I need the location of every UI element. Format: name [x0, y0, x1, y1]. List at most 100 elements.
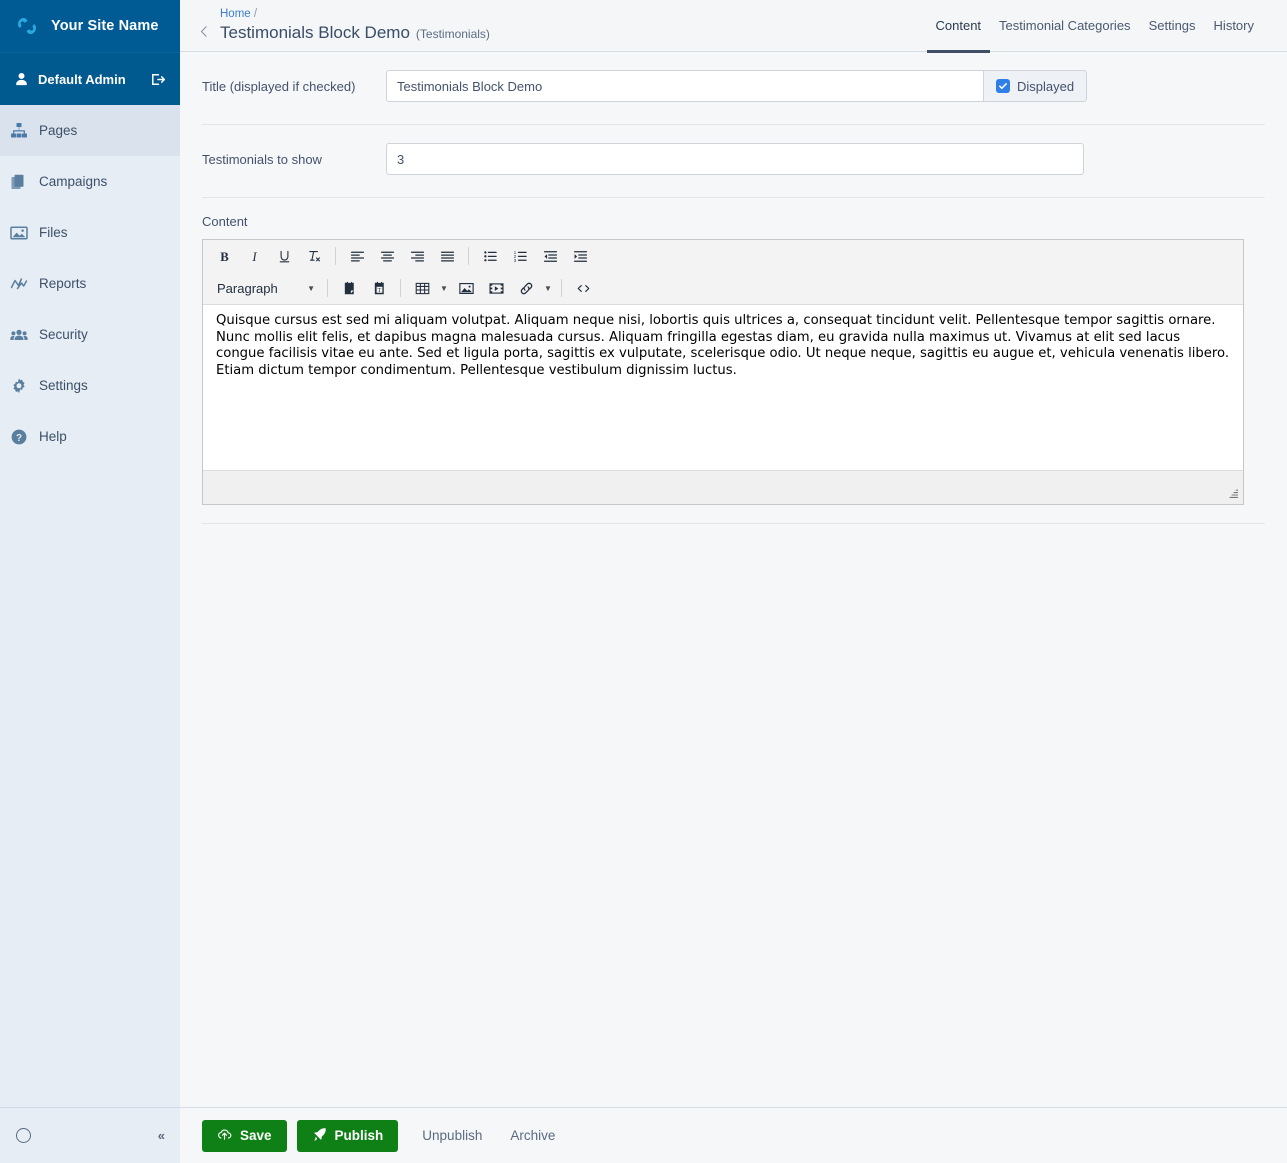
page-type-label: (Testimonials) — [415, 27, 490, 41]
sidebar-item-files[interactable]: Files — [0, 207, 180, 258]
archive-button[interactable]: Archive — [496, 1120, 569, 1152]
remove-format-icon[interactable] — [299, 242, 329, 270]
link-icon — [511, 274, 541, 302]
tab-content[interactable]: Content — [926, 0, 991, 53]
editor-toolbar-row-1: B I 1 2 3 — [203, 240, 1243, 272]
field-label: Title (displayed if checked) — [202, 79, 356, 94]
align-left-icon[interactable] — [342, 242, 372, 270]
sidebar-item-settings[interactable]: Settings — [0, 360, 180, 411]
source-code-icon[interactable] — [568, 274, 598, 302]
chevron-down-icon: ▼ — [440, 283, 448, 293]
sidebar: Your Site Name Default Admin Pages Campa… — [0, 0, 180, 1163]
cloud-upload-icon — [217, 1127, 232, 1145]
silverstripe-logo-icon — [14, 13, 40, 39]
table-icon — [407, 274, 437, 302]
sidebar-item-label: Campaigns — [39, 173, 108, 189]
editor-toolbar-row-2: Paragraph ▼ T ▼ ▼ — [203, 272, 1243, 304]
chevron-left-icon[interactable] — [194, 24, 214, 51]
tab-label: Settings — [1148, 17, 1196, 33]
unpublish-button[interactable]: Unpublish — [408, 1120, 496, 1152]
editor-content-area[interactable]: Quisque cursus est sed mi aliquam volutp… — [203, 305, 1243, 470]
field-testimonials-to-show: Testimonials to show — [202, 125, 1265, 198]
insert-link-button[interactable]: ▼ — [511, 274, 555, 302]
svg-text:3: 3 — [513, 257, 516, 262]
brand-name: Your Site Name — [51, 18, 159, 34]
bold-icon[interactable]: B — [209, 242, 239, 270]
brand-header[interactable]: Your Site Name — [0, 0, 180, 52]
tab-testimonial-categories[interactable]: Testimonial Categories — [990, 0, 1140, 53]
tab-label: Testimonial Categories — [999, 17, 1131, 33]
save-button[interactable]: Save — [202, 1119, 287, 1152]
users-icon — [10, 326, 28, 344]
rocket-icon — [312, 1127, 327, 1145]
publish-button-label: Publish — [334, 1128, 384, 1143]
sitemap-icon — [10, 122, 28, 140]
tab-label: Content — [935, 17, 982, 33]
align-justify-icon[interactable] — [432, 242, 462, 270]
editor-toolbar: B I 1 2 3 Paragraph ▼ T ▼ ▼ — [203, 240, 1243, 305]
help-circle-icon: ? — [10, 428, 28, 446]
chevron-down-icon: ▼ — [307, 283, 315, 293]
insert-table-button[interactable]: ▼ — [407, 274, 451, 302]
format-select-value: Paragraph — [217, 280, 278, 296]
action-bar: Save Publish Unpublish Archive — [180, 1107, 1287, 1163]
svg-text:I: I — [251, 250, 257, 264]
image-icon[interactable] — [451, 274, 481, 302]
tab-bar: Content Testimonial Categories Settings … — [926, 0, 1264, 53]
outdent-icon[interactable] — [535, 242, 565, 270]
rich-text-editor: B I 1 2 3 Paragraph ▼ T ▼ ▼ Quisque curs… — [202, 239, 1244, 505]
sidebar-item-security[interactable]: Security — [0, 309, 180, 360]
publish-button[interactable]: Publish — [296, 1119, 399, 1152]
editor-statusbar — [203, 470, 1243, 504]
sidebar-item-label: Security — [39, 326, 88, 342]
sidebar-item-pages[interactable]: Pages — [0, 105, 180, 156]
sidebar-collapse-button[interactable]: « — [158, 1128, 165, 1143]
bullet-list-icon[interactable] — [475, 242, 505, 270]
loading-circle-icon — [16, 1128, 31, 1143]
save-button-label: Save — [240, 1128, 272, 1143]
testimonials-count-input[interactable] — [386, 143, 1084, 175]
tab-settings[interactable]: Settings — [1140, 0, 1205, 53]
align-right-icon[interactable] — [402, 242, 432, 270]
user-icon — [14, 72, 29, 87]
form-area: Title (displayed if checked) Displayed — [180, 52, 1287, 1107]
archive-button-label: Archive — [510, 1128, 556, 1143]
editor-paragraph: Quisque cursus est sed mi aliquam volutp… — [216, 313, 1230, 378]
underline-icon[interactable] — [269, 242, 299, 270]
page-header: Home / Testimonials Block Demo (Testimon… — [180, 0, 1287, 53]
sidebar-item-campaigns[interactable]: Campaigns — [0, 156, 180, 207]
field-label: Testimonials to show — [202, 152, 322, 167]
toolbar-divider — [327, 279, 328, 297]
media-icon[interactable] — [481, 274, 511, 302]
paste-text-icon[interactable]: T — [364, 274, 394, 302]
paste-icon[interactable] — [334, 274, 364, 302]
sidebar-item-label: Reports — [39, 275, 87, 291]
title-input[interactable] — [386, 70, 984, 102]
indent-icon[interactable] — [565, 242, 595, 270]
tab-history[interactable]: History — [1205, 0, 1263, 53]
unpublish-button-label: Unpublish — [422, 1128, 483, 1143]
breadcrumb-home-link[interactable]: Home — [220, 8, 251, 20]
profile-bar[interactable]: Default Admin — [0, 52, 180, 105]
sidebar-item-help[interactable]: ? Help — [0, 411, 180, 462]
format-select[interactable]: Paragraph ▼ — [209, 275, 321, 301]
sidebar-nav: Pages Campaigns Files Reports Security S… — [0, 105, 180, 1107]
logout-icon[interactable] — [149, 71, 166, 88]
sidebar-footer: « — [0, 1107, 180, 1163]
displayed-checkbox[interactable]: Displayed — [984, 70, 1088, 102]
sidebar-item-label: Help — [39, 428, 67, 444]
chevron-down-icon: ▼ — [544, 283, 552, 293]
sidebar-item-label: Files — [39, 224, 68, 240]
align-center-icon[interactable] — [372, 242, 402, 270]
sidebar-item-reports[interactable]: Reports — [0, 258, 180, 309]
check-icon — [996, 79, 1010, 93]
field-content: Content B I 1 2 3 Paragraph ▼ T ▼ ▼ Quis… — [202, 198, 1265, 524]
sidebar-item-label: Pages — [39, 122, 78, 138]
italic-icon[interactable]: I — [239, 242, 269, 270]
numbered-list-icon[interactable]: 123 — [505, 242, 535, 270]
checkbox-label: Displayed — [1017, 78, 1075, 94]
main-panel: Home / Testimonials Block Demo (Testimon… — [180, 0, 1287, 1163]
resize-handle-icon[interactable] — [1225, 487, 1239, 501]
toolbar-divider — [561, 279, 562, 297]
field-label: Content — [202, 214, 248, 229]
